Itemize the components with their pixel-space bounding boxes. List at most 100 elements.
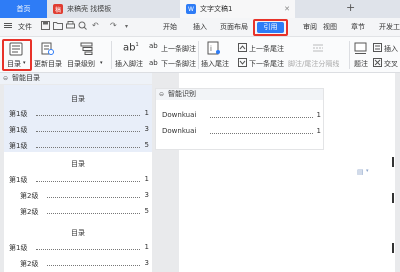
toc-row: 第1级 5	[4, 141, 152, 150]
tab-template-label: 来稿壳 找模板	[67, 5, 112, 13]
toc-leader	[36, 181, 140, 182]
smart-toc-header[interactable]: ⊖ 智能目录	[0, 73, 152, 84]
save-icon[interactable]	[41, 21, 50, 32]
tab-reference[interactable]: 引用	[257, 22, 284, 33]
toc-leader	[47, 265, 140, 266]
toc-row-page: 5	[144, 141, 149, 149]
tab-insert[interactable]: 插入	[193, 22, 207, 32]
recognized-toc-row[interactable]: Downkuai 1	[162, 111, 321, 120]
recognized-toc-label: Downkuai	[162, 111, 197, 119]
toc-row-label: 第1级	[9, 110, 28, 118]
toc-style-option[interactable]: 目录 第1级 1 第2级 3 第2级 5	[4, 153, 152, 220]
toc-leader	[47, 213, 140, 214]
tab-document-label: 文字文稿1	[200, 5, 233, 13]
cross-reference-button[interactable]: 交叉	[384, 59, 398, 69]
toc-row: 第1级 1	[4, 175, 152, 184]
next-footnote-icon[interactable]: ab	[149, 59, 158, 67]
tab-page-layout[interactable]: 页面布局	[220, 22, 248, 32]
toc-level-dropdown-icon[interactable]: ▾	[100, 60, 103, 66]
toc-row-label: 第2级	[20, 208, 39, 216]
toc-row-page: 1	[144, 109, 149, 117]
toc-row: 第1级 1	[4, 243, 152, 252]
next-endnote-icon[interactable]	[238, 58, 247, 69]
next-endnote-button[interactable]: 下一条尾注	[249, 59, 284, 69]
tab-section[interactable]: 章节	[351, 22, 365, 32]
caption-icon[interactable]	[354, 42, 367, 57]
prev-endnote-icon[interactable]	[238, 43, 247, 54]
tab-home-label: 首页	[16, 5, 31, 13]
menu-icon[interactable]	[4, 23, 12, 24]
prev-endnote-button[interactable]: 上一条尾注	[249, 44, 284, 54]
toc-leader	[210, 117, 313, 118]
cross-reference-icon[interactable]	[373, 58, 382, 69]
toc-row: 第1级 1	[4, 109, 152, 118]
tab-start[interactable]: 开始	[163, 22, 177, 32]
collapse-icon[interactable]: ⊖	[3, 73, 8, 84]
smart-recognition-header[interactable]: ⊖ 智能识别	[156, 89, 323, 100]
toc-row: 第2级 3	[4, 259, 152, 268]
print-icon[interactable]	[66, 21, 75, 32]
insert-endnote-button[interactable]: 插入尾注	[201, 59, 229, 69]
toc-row-label: 第1级	[9, 176, 28, 184]
tab-reference-highlight: 引用	[253, 19, 288, 36]
toc-style-option[interactable]: 目录 第1级 1 第2级 3	[4, 221, 152, 272]
text-cursor	[392, 157, 394, 167]
tab-view[interactable]: 视图	[323, 22, 337, 32]
quick-access-dropdown-icon[interactable]: ▾	[125, 23, 128, 30]
menu-file[interactable]: 文件	[18, 22, 32, 32]
update-toc-button[interactable]: 更新目录	[34, 59, 62, 69]
toc-row-label: 第1级	[9, 142, 28, 150]
toc-row-label: 第1级	[9, 244, 28, 252]
prev-footnote-button[interactable]: 上一条脚注	[161, 44, 196, 54]
toc-row: 第2级 5	[4, 207, 152, 216]
tab-developer[interactable]: 开发工	[379, 22, 400, 32]
toc-style-option[interactable]: 目录 第1级 1 第1级 3 第1级 5	[4, 85, 152, 152]
toc-row-page: 3	[144, 259, 149, 267]
recognized-toc-label: Downkuai	[162, 127, 197, 135]
insert-table-of-figures-icon[interactable]	[373, 43, 382, 54]
paragraph-icon[interactable]: ▤	[357, 168, 364, 176]
undo-icon[interactable]: ↶	[92, 21, 99, 30]
toc-row: 第2级 3	[4, 191, 152, 200]
tab-document[interactable]: W 文字文稿1 ✕	[180, 0, 295, 18]
toc-level-icon[interactable]	[80, 42, 93, 57]
title-bar: 首页 稿 来稿壳 找模板 W 文字文稿1 ✕ +	[0, 0, 400, 18]
svg-text:i: i	[210, 45, 212, 53]
toc-row-page: 5	[144, 207, 149, 215]
preview-icon[interactable]	[78, 21, 87, 32]
new-tab-icon[interactable]: +	[346, 1, 355, 14]
toc-level-button[interactable]: 目录级别	[67, 59, 95, 69]
toc-leader	[47, 197, 140, 198]
tab-template[interactable]: 稿 来稿壳 找模板	[47, 0, 128, 18]
recognized-toc-row[interactable]: Downkuai 1	[162, 127, 321, 136]
insert-footnote-button[interactable]: 插入脚注	[115, 59, 143, 69]
toc-style-gallery: 目录 第1级 1 第1级 3 第1级 5 目录 第1级 1 第2级 3 第2级 …	[4, 85, 152, 272]
reference-toolbar: 目录 ▾ 更新目录 目录级别 ▾ ab1 插入脚注 ab 上一条脚注 ab 下一…	[0, 37, 400, 73]
recognized-toc-page: 1	[316, 127, 321, 135]
toc-option-title: 目录	[71, 95, 85, 103]
text-cursor	[392, 243, 394, 253]
footnote-separator-button: 脚注/尾注分隔线	[288, 60, 340, 68]
toc-row-label: 第2级	[20, 260, 39, 268]
tab-review[interactable]: 审阅	[303, 22, 317, 32]
update-toc-icon[interactable]	[41, 42, 54, 57]
prev-footnote-icon[interactable]: ab	[149, 42, 158, 50]
collapse-icon[interactable]: ⊖	[159, 89, 164, 100]
toc-leader	[36, 249, 140, 250]
paragraph-dropdown-icon[interactable]: ▾	[366, 168, 369, 174]
insert-table-of-figures-button[interactable]: 插入	[384, 44, 398, 54]
close-tab-icon[interactable]: ✕	[284, 5, 290, 13]
tab-home[interactable]: 首页	[0, 0, 47, 18]
next-footnote-button[interactable]: 下一条脚注	[161, 59, 196, 69]
folder-icon[interactable]	[53, 21, 63, 32]
redo-icon[interactable]: ↷	[110, 21, 117, 30]
recognized-toc-page: 1	[316, 111, 321, 119]
insert-endnote-icon[interactable]: i	[207, 41, 221, 57]
smart-recognition-panel[interactable]: ⊖ 智能识别 Downkuai 1 Downkuai 1	[155, 88, 324, 150]
caption-button[interactable]: 题注	[354, 59, 368, 69]
toc-row: 第1级 3	[4, 125, 152, 134]
toolbar-divider	[198, 41, 199, 69]
toc-row-page: 3	[144, 191, 149, 199]
insert-footnote-icon[interactable]: ab1	[123, 42, 139, 53]
toc-leader	[210, 133, 313, 134]
